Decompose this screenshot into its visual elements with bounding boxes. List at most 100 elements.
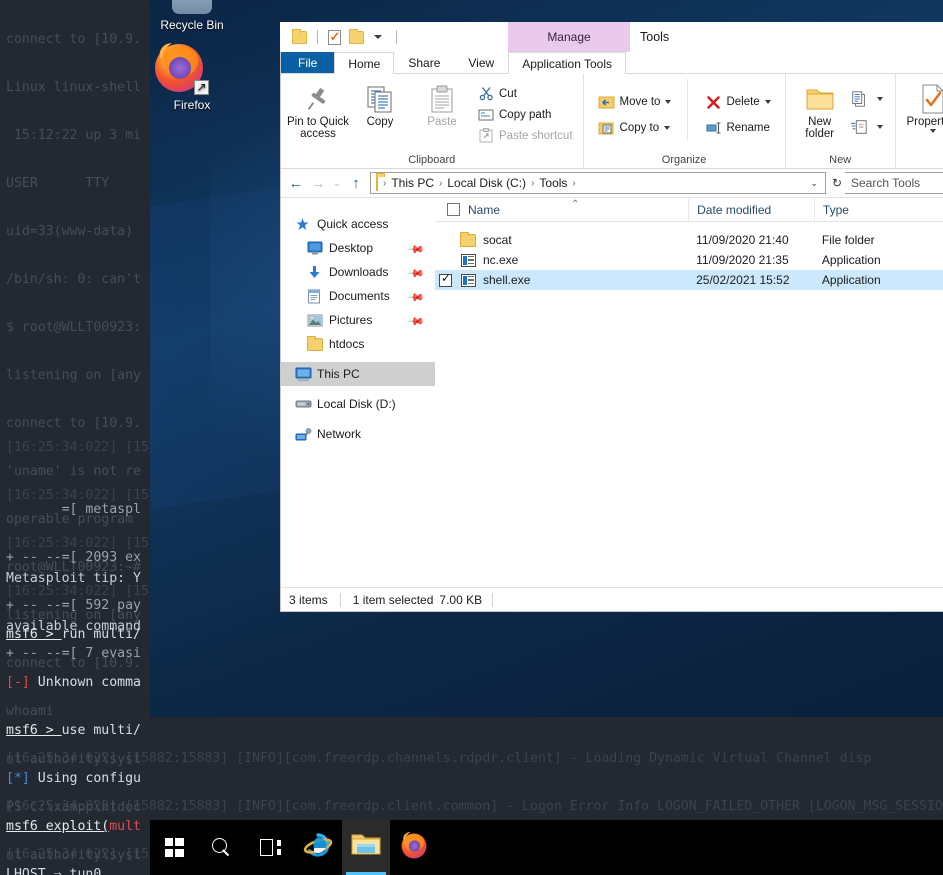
row-checkbox[interactable] <box>439 254 452 267</box>
forward-button[interactable]: → <box>307 172 329 194</box>
copy-button[interactable]: Copy <box>349 79 411 128</box>
search-button[interactable] <box>198 820 246 875</box>
navigation-pane[interactable]: Quick access Desktop 📌 Downloads 📌 Docum… <box>281 198 435 587</box>
button-label: Properties <box>906 116 943 128</box>
cut-button[interactable]: Cut <box>473 83 577 104</box>
sidebar-item-network[interactable]: Network <box>281 422 435 446</box>
breadcrumb-local-disk[interactable]: Local Disk (C:) <box>445 176 528 190</box>
start-button[interactable] <box>150 820 198 875</box>
breadcrumb-this-pc[interactable]: This PC <box>389 176 436 190</box>
chevron-down-icon[interactable]: ⌄ <box>805 178 823 189</box>
delete-button[interactable]: Delete <box>700 89 774 115</box>
ribbon-tab-strip[interactable]: File Home Share View Application Tools <box>281 52 943 74</box>
file-list-pane[interactable]: Name ⌃ Date modified Type socat 11/09/20… <box>435 197 943 587</box>
tab-home[interactable]: Home <box>334 52 395 74</box>
new-folder-icon[interactable] <box>346 27 366 47</box>
properties-button[interactable]: Properties <box>904 79 943 133</box>
sidebar-item-desktop[interactable]: Desktop 📌 <box>281 236 435 260</box>
breadcrumb-tools[interactable]: Tools <box>537 176 569 190</box>
file-list[interactable]: socat 11/09/2020 21:40 File folder nc.ex… <box>435 222 943 587</box>
chevron-down-icon[interactable] <box>764 100 771 104</box>
sidebar-item-label: htdocs <box>329 337 365 351</box>
rename-button[interactable]: Rename <box>700 115 774 141</box>
ribbon[interactable]: Pin to Quick access Copy Paste Cut Copy … <box>281 74 943 169</box>
pin-to-quick-access-button[interactable]: Pin to Quick access <box>287 79 349 140</box>
column-header-label: Name <box>468 202 501 217</box>
column-header-name[interactable]: Name ⌃ <box>435 198 688 222</box>
explorer-body: Quick access Desktop 📌 Downloads 📌 Docum… <box>281 197 943 587</box>
file-explorer-button[interactable] <box>342 820 390 875</box>
folder-icon[interactable] <box>289 27 309 47</box>
sidebar-item-pictures[interactable]: Pictures 📌 <box>281 308 435 332</box>
chevron-down-icon[interactable] <box>876 97 883 101</box>
file-name-cell: socat <box>435 230 688 250</box>
tab-application-tools[interactable]: Application Tools <box>508 52 627 74</box>
new-folder-button[interactable]: New folder <box>794 79 846 140</box>
pin-icon[interactable]: 📌 <box>407 264 426 283</box>
table-row[interactable]: socat 11/09/2020 21:40 File folder <box>435 230 943 250</box>
terminal-text: Using configu <box>29 771 141 786</box>
up-button[interactable]: ↑ <box>345 172 367 194</box>
copy-to-button[interactable]: Copy to <box>594 115 676 141</box>
file-date-cell: 11/09/2020 21:40 <box>696 233 789 247</box>
easy-access-button[interactable] <box>846 113 887 141</box>
msf-prompt: msf6 exploit( <box>6 819 110 834</box>
row-checkbox[interactable] <box>439 234 452 247</box>
address-bar-row[interactable]: ← → ⌄ ↑ › This PC › Local Disk (C:) › To… <box>281 169 943 197</box>
sidebar-item-downloads[interactable]: Downloads 📌 <box>281 260 435 284</box>
internet-explorer-button[interactable] <box>294 820 342 875</box>
chevron-down-icon[interactable] <box>876 125 883 129</box>
status-tag-info: [*] <box>6 771 30 786</box>
search-input[interactable]: Search Tools <box>845 172 943 194</box>
chevron-down-icon[interactable] <box>665 100 672 104</box>
tab-share[interactable]: Share <box>394 52 454 73</box>
sidebar-item-htdocs[interactable]: htdocs <box>281 332 435 356</box>
table-row[interactable]: shell.exe 25/02/2021 15:52 Application <box>435 270 943 290</box>
row-checkbox[interactable] <box>439 271 452 287</box>
tab-file[interactable]: File <box>281 52 335 73</box>
chevron-down-icon[interactable] <box>929 129 936 133</box>
chevron-down-icon[interactable] <box>368 27 388 47</box>
desktop-icon-label: Recycle Bin <box>160 18 224 32</box>
copy-path-button[interactable]: Copy path <box>473 104 577 125</box>
sidebar-item-local-disk-d[interactable]: Local Disk (D:) <box>281 392 435 416</box>
properties-icon[interactable] <box>324 27 344 47</box>
file-explorer-window[interactable]: File Home Share View Application Tools P… <box>280 22 943 612</box>
chevron-down-icon[interactable] <box>664 126 671 130</box>
breadcrumb-separator: › <box>531 177 535 189</box>
firefox-taskbar-button[interactable] <box>390 820 438 875</box>
move-to-button[interactable]: Move to <box>594 89 676 115</box>
taskbar[interactable] <box>150 820 943 875</box>
search-placeholder: Search Tools <box>851 176 921 190</box>
desktop-icon-firefox[interactable]: ↗ Firefox <box>150 38 234 112</box>
tab-view[interactable]: View <box>454 52 508 73</box>
select-all-checkbox[interactable] <box>447 203 460 216</box>
sidebar-item-quick-access[interactable]: Quick access <box>281 212 435 236</box>
sidebar-item-label: Local Disk (D:) <box>317 397 396 411</box>
scrollback-line: listening on [any <box>6 368 141 383</box>
column-header-date-modified[interactable]: Date modified <box>688 197 814 222</box>
desktop-icon-recycle-bin[interactable]: Recycle Bin <box>150 0 234 32</box>
status-divider <box>492 592 494 607</box>
recent-locations-button[interactable]: ⌄ <box>329 172 345 194</box>
refresh-icon[interactable]: ↻ <box>829 176 845 190</box>
sidebar-item-documents[interactable]: Documents 📌 <box>281 284 435 308</box>
column-header-row[interactable]: Name ⌃ Date modified Type <box>435 197 943 222</box>
paste-shortcut-button[interactable]: Paste shortcut <box>473 125 577 146</box>
scrollback-line: connect to [10.9. <box>6 32 141 47</box>
task-view-button[interactable] <box>246 820 294 875</box>
back-button[interactable]: ← <box>285 172 307 194</box>
address-bar[interactable]: › This PC › Local Disk (C:) › Tools › ⌄ <box>370 172 826 194</box>
copy-path-icon <box>477 108 495 122</box>
column-header-type[interactable]: Type <box>813 197 943 222</box>
scrollback-line: uid=33(www-data) <box>6 224 134 239</box>
table-row[interactable]: nc.exe 11/09/2020 21:35 Application <box>435 250 943 270</box>
new-item-button[interactable] <box>846 85 887 113</box>
tab-label: Home <box>348 56 381 71</box>
status-bar: 3 items 1 item selected 7.00 KB <box>281 587 943 611</box>
sidebar-item-this-pc[interactable]: This PC <box>281 362 435 386</box>
pin-icon[interactable]: 📌 <box>407 288 426 307</box>
paste-button[interactable]: Paste <box>411 79 473 128</box>
pin-icon[interactable]: 📌 <box>407 240 426 259</box>
pin-icon[interactable]: 📌 <box>407 312 426 331</box>
